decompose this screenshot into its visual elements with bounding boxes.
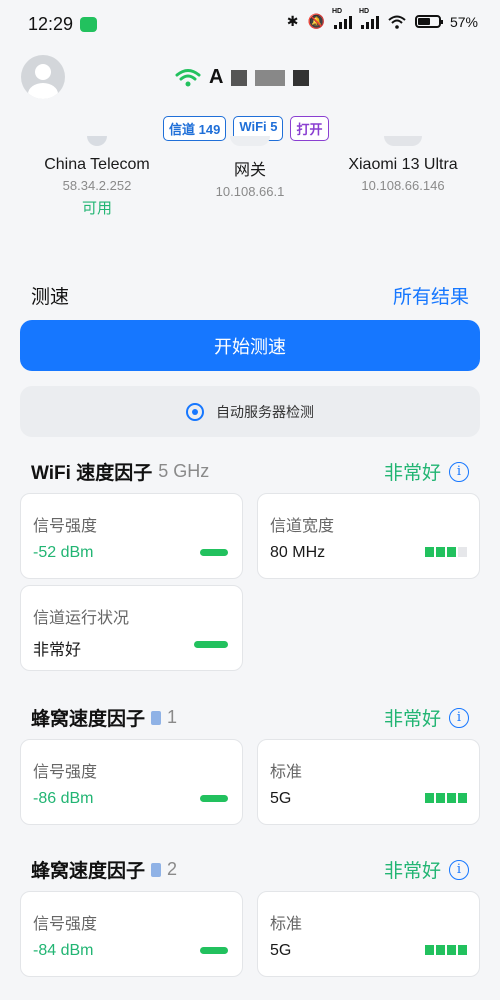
cell-signal-card-2[interactable]: 信号强度 -84 dBm — [20, 891, 243, 977]
health-level-indicator — [194, 641, 228, 648]
cell-standard-card-2[interactable]: 标准 5G — [257, 891, 480, 977]
cell-signal-card-1[interactable]: 信号强度 -86 dBm — [20, 739, 243, 825]
node-name: 网关 — [233, 162, 266, 179]
wifi-factors-title: WiFi 速度因子 5 GHz — [31, 458, 209, 485]
cell-signal-1-icon: HD — [332, 8, 352, 29]
sim-card-icon — [151, 862, 162, 877]
card-value: 非常好 — [33, 642, 82, 659]
cell-rating-1: 非常好 i — [384, 704, 469, 731]
sim-number: 2 — [167, 859, 178, 879]
speedtest-title: 测速 — [31, 287, 70, 308]
wifi-channel-health-card[interactable]: 信道运行状况 非常好 — [20, 585, 243, 671]
redacted-block — [293, 69, 310, 86]
avatar[interactable] — [21, 55, 65, 99]
node-name: Xiaomi 13 Ultra — [348, 156, 458, 173]
cell-factors-title-1: 蜂窝速度因子 1 — [31, 704, 177, 731]
node-ip: 10.108.66.146 — [361, 178, 445, 193]
node-ip: 10.108.66.1 — [215, 184, 285, 199]
standard-level-indicator — [425, 945, 467, 955]
cell-factors-label: 蜂窝速度因子 — [31, 709, 146, 730]
cell-standard-card-1[interactable]: 标准 5G — [257, 739, 480, 825]
info-icon[interactable]: i — [449, 461, 469, 482]
battery-percent: 57% — [449, 13, 478, 30]
node-ip: 58.34.2.252 — [62, 178, 132, 193]
redacted-block — [231, 69, 248, 86]
sim-card-icon — [151, 710, 162, 725]
card-label: 标准 — [270, 916, 303, 933]
cell-rating-2: 非常好 i — [384, 856, 469, 883]
mute-icon: 🔕 — [307, 13, 325, 29]
node-name: China Telecom — [44, 156, 150, 173]
card-label: 信道宽度 — [270, 518, 335, 535]
card-value: 5G — [270, 942, 292, 959]
node-isp[interactable]: China Telecom 58.34.2.252 可用 — [27, 136, 167, 218]
start-speedtest-button[interactable]: 开始测速 — [20, 320, 480, 371]
node-gateway[interactable]: 网关 10.108.66.1 — [190, 136, 310, 199]
signal-level-indicator — [200, 795, 228, 802]
bluetooth-icon: ✱ — [286, 13, 299, 29]
signal-level-indicator — [200, 947, 228, 954]
width-level-indicator — [425, 547, 467, 557]
sim-number: 1 — [167, 707, 178, 727]
card-label: 信号强度 — [33, 518, 98, 535]
auto-server-button[interactable]: 自动服务器检测 — [20, 386, 480, 437]
wifi-band: 5 GHz — [158, 461, 210, 481]
wifi-status-icon — [388, 15, 406, 29]
info-icon[interactable]: i — [449, 859, 469, 880]
wifi-rating-label: 非常好 — [383, 463, 441, 484]
wifi-factors-label: WiFi 速度因子 — [31, 463, 153, 484]
node-device[interactable]: Xiaomi 13 Ultra 10.108.66.146 — [333, 136, 473, 193]
cell-signal-2-icon: HD — [359, 8, 379, 29]
info-icon[interactable]: i — [449, 707, 469, 728]
ssid-text: A — [209, 66, 224, 88]
status-icons: ✱ 🔕 HD HD 57% — [286, 8, 478, 30]
wifi-channel-width-card[interactable]: 信道宽度 80 MHz — [257, 493, 480, 579]
cell-rating-label: 非常好 — [383, 861, 441, 882]
card-label: 信号强度 — [33, 916, 98, 933]
redacted-block — [255, 69, 286, 86]
cell-rating-label: 非常好 — [383, 709, 441, 730]
auto-server-label: 自动服务器检测 — [216, 403, 314, 420]
target-icon — [186, 402, 204, 421]
node-state: 可用 — [81, 200, 112, 217]
standard-level-indicator — [425, 793, 467, 803]
wifi-rating: 非常好 i — [384, 458, 469, 485]
card-label: 标准 — [270, 764, 303, 781]
wifi-name: A — [175, 66, 310, 89]
wifi-icon — [175, 68, 201, 86]
wifi-signal-card[interactable]: 信号强度 -52 dBm — [20, 493, 243, 579]
wechat-notification-icon — [80, 17, 97, 32]
status-time: 12:29 — [28, 14, 74, 34]
card-value: 5G — [270, 790, 292, 807]
all-results-link[interactable]: 所有结果 — [393, 282, 469, 309]
card-value: -86 dBm — [33, 790, 94, 807]
card-label: 信道运行状况 — [33, 610, 130, 627]
cell-factors-title-2: 蜂窝速度因子 2 — [31, 856, 177, 883]
card-value: -52 dBm — [33, 544, 94, 561]
battery-icon — [414, 15, 443, 28]
card-label: 信号强度 — [33, 764, 98, 781]
signal-level-indicator — [200, 549, 228, 556]
card-value: -84 dBm — [33, 942, 94, 959]
cell-factors-label: 蜂窝速度因子 — [31, 861, 146, 882]
card-value: 80 MHz — [270, 544, 326, 561]
